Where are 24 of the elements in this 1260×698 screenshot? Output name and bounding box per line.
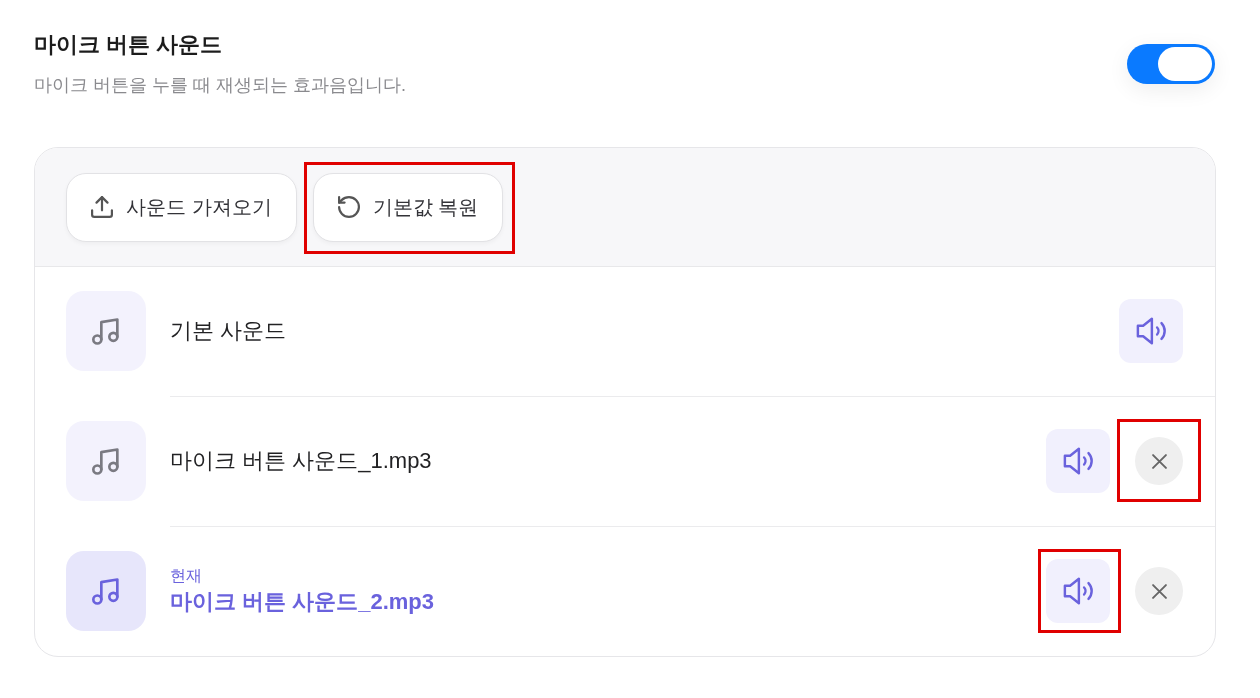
remove-button[interactable] bbox=[1135, 437, 1183, 485]
close-icon bbox=[1151, 453, 1167, 469]
play-sound-button[interactable] bbox=[1046, 429, 1110, 493]
play-sound-button[interactable] bbox=[1046, 559, 1110, 623]
speaker-icon bbox=[1063, 447, 1093, 475]
speaker-icon bbox=[1063, 577, 1093, 605]
restore-defaults-button[interactable]: 기본값 복원 bbox=[312, 172, 504, 242]
import-sound-button[interactable]: 사운드 가져오기 bbox=[66, 172, 297, 242]
sound-name[interactable]: 기본 사운드 bbox=[170, 316, 287, 346]
toggle-switch[interactable] bbox=[1127, 44, 1215, 84]
speaker-icon bbox=[1136, 317, 1166, 345]
music-note-icon bbox=[66, 291, 146, 371]
sound-name[interactable]: 마이크 버튼 사운드_2.mp3 bbox=[170, 587, 435, 617]
music-note-icon bbox=[66, 551, 146, 631]
remove-button[interactable] bbox=[1135, 567, 1183, 615]
play-sound-button[interactable] bbox=[1119, 299, 1183, 363]
rotate-left-icon bbox=[337, 196, 360, 218]
music-note-icon bbox=[66, 421, 146, 501]
sound-name[interactable]: 마이크 버튼 사운드_1.mp3 bbox=[170, 446, 432, 476]
upload-icon bbox=[91, 196, 113, 218]
setting-description: 마이크 버튼을 누를 때 재생되는 효과음입니다. bbox=[34, 74, 406, 97]
close-icon bbox=[1151, 583, 1167, 599]
setting-title: 마이크 버튼 사운드 bbox=[34, 31, 223, 59]
current-label: 현재 bbox=[170, 566, 202, 586]
